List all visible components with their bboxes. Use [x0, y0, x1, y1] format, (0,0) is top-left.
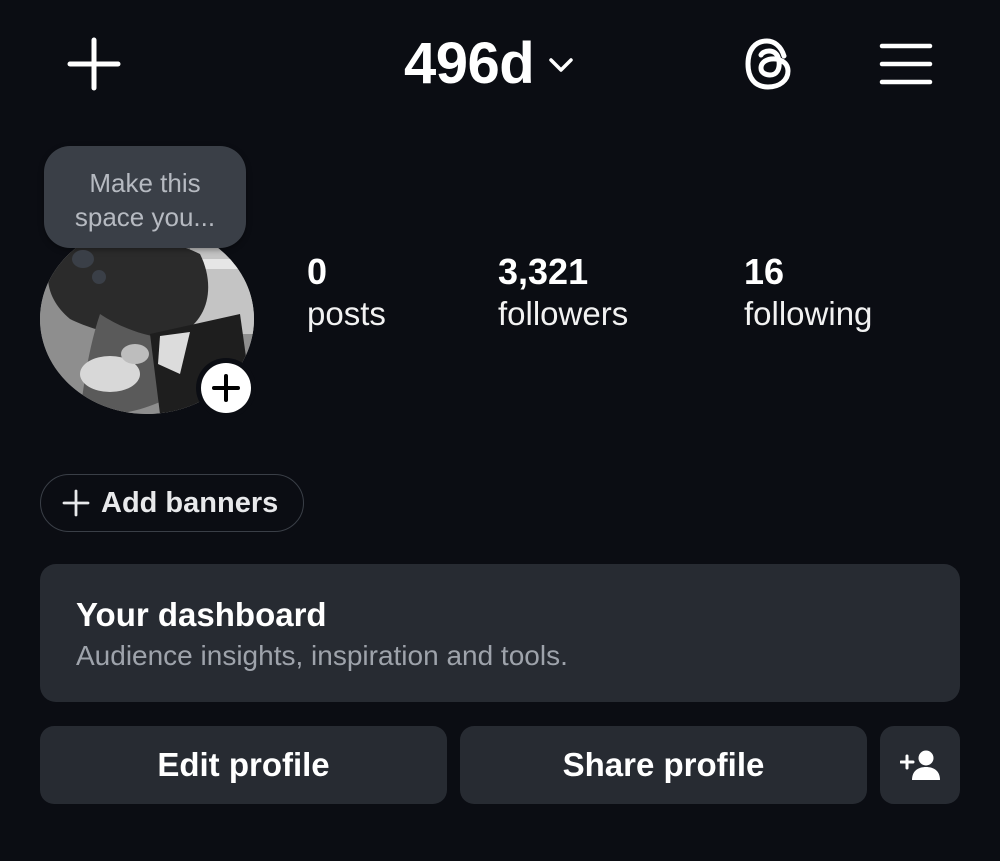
share-profile-label: Share profile [562, 746, 765, 783]
chevron-down-icon [549, 58, 573, 72]
following-label: following [744, 295, 873, 332]
username: 496d [404, 30, 535, 96]
threads-icon [745, 38, 791, 90]
posts-count: 0 [307, 251, 328, 292]
posts-label: posts [307, 295, 386, 332]
note-text: Make this space you... [74, 168, 216, 232]
edit-profile-label: Edit profile [157, 746, 330, 783]
note-bubble-tail-dot [92, 270, 106, 284]
username-switcher[interactable]: 496d [404, 28, 574, 98]
create-button[interactable] [62, 32, 126, 96]
stat-followers[interactable]: 3,321 followers [498, 252, 628, 336]
share-profile-button[interactable]: Share profile [460, 726, 867, 804]
add-banners-button[interactable]: Add banners [40, 474, 304, 532]
plus-icon [62, 489, 90, 517]
note-bubble[interactable]: Make this space you... [44, 146, 246, 248]
followers-count: 3,321 [498, 251, 589, 292]
stat-following[interactable]: 16 following [744, 252, 872, 336]
dashboard-card[interactable]: Your dashboard Audience insights, inspir… [40, 564, 960, 702]
dashboard-subtitle: Audience insights, inspiration and tools… [76, 640, 568, 671]
discover-people-button[interactable] [880, 726, 960, 804]
following-count: 16 [744, 251, 785, 292]
followers-label: followers [498, 295, 629, 332]
edit-profile-button[interactable]: Edit profile [40, 726, 447, 804]
add-banners-label: Add banners [101, 486, 279, 519]
plus-circle-icon [201, 363, 251, 413]
note-bubble-tail [72, 250, 94, 268]
dashboard-title: Your dashboard [76, 596, 327, 633]
add-story-button[interactable] [196, 358, 256, 418]
plus-icon [67, 37, 121, 91]
add-person-icon [900, 750, 940, 780]
stat-posts[interactable]: 0 posts [307, 252, 386, 336]
threads-button[interactable] [740, 34, 800, 94]
hamburger-menu-icon [879, 43, 933, 85]
menu-button[interactable] [876, 38, 936, 90]
